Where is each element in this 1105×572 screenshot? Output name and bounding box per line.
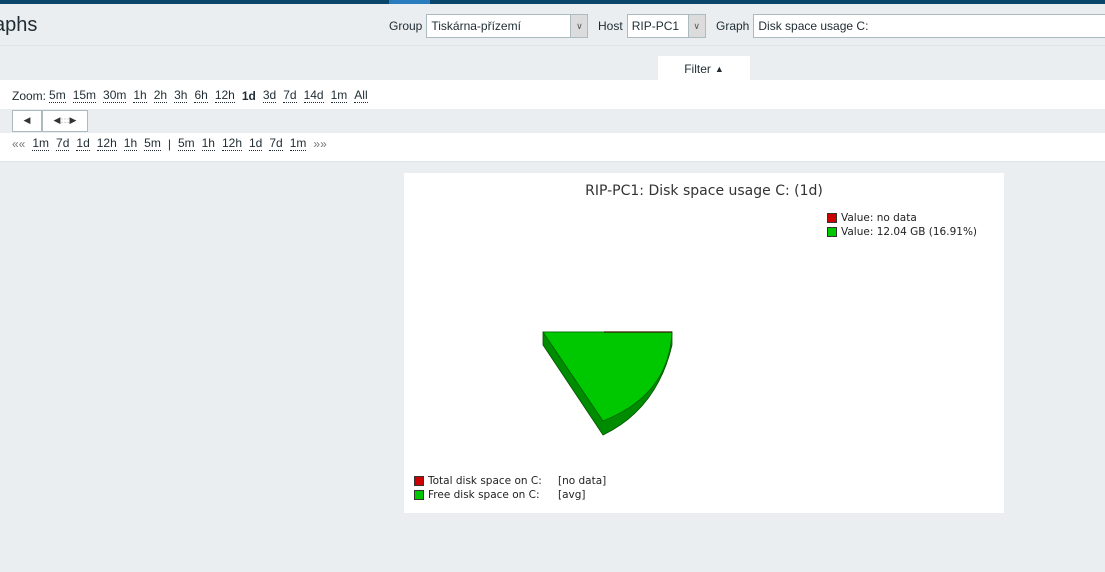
zoom-option-1m[interactable]: 1m (330, 89, 348, 103)
group-label: Group (389, 19, 423, 33)
legend-swatch (414, 490, 424, 500)
nav-forward-1h[interactable]: 1h (201, 137, 215, 151)
nav-back-1m[interactable]: 1m (32, 137, 50, 151)
timeline-bar: ◀ ◀ ::: ▶ (0, 109, 1105, 133)
nav-forward-5m[interactable]: 5m (177, 137, 195, 151)
legend-func: [avg] (558, 489, 586, 501)
zoom-option-1d: 1d (241, 89, 256, 103)
filter-label: Filter (684, 61, 711, 76)
pie-graph: RIP-PC1: Disk space usage C: (1d) Value:… (404, 173, 1004, 513)
nav-back-7d[interactable]: 7d (56, 137, 70, 151)
host-label: Host (598, 19, 623, 33)
zoom-option-3h[interactable]: 3h (174, 89, 188, 103)
scroll-left-button[interactable]: ◀ (12, 110, 42, 132)
zoom-option-7d[interactable]: 7d (283, 89, 297, 103)
legend-item-1: Free disk space on C: [avg] (414, 489, 586, 501)
nav-forward-1d[interactable]: 1d (249, 137, 263, 151)
timeline-handle[interactable]: ◀ ::: ▶ (42, 110, 88, 132)
graph-label: Graph (716, 19, 750, 33)
divider (0, 45, 1105, 46)
pie-slice-free (542, 331, 673, 422)
zoom-option-All[interactable]: All (354, 89, 368, 103)
legend-name: Total disk space on C: (428, 475, 542, 487)
nav-back-12h[interactable]: 12h (96, 137, 117, 151)
zoom-label: Zoom: (12, 89, 47, 103)
page-title: aphs (0, 14, 38, 36)
legend-item-0: Total disk space on C: [no data] (414, 475, 606, 487)
zoom-row: Zoom: 5m 15m 30m 1h 2h 3h 6h 12h 1d 3d 7d 14d 1m All (12, 89, 368, 103)
graph-select[interactable]: Disk space usage C: (753, 14, 1105, 38)
legend-swatch (414, 476, 424, 486)
nav-forward-7d[interactable]: 7d (269, 137, 283, 151)
legend-name: Free disk space on C: (428, 489, 540, 501)
zoom-option-12h[interactable]: 12h (214, 89, 235, 103)
filter-tab[interactable]: Filter ▲ (658, 56, 750, 81)
nav-back-all[interactable]: «« (12, 137, 25, 151)
host-select[interactable]: RIP-PC1 ∨ (626, 14, 706, 38)
nav-back-1d[interactable]: 1d (76, 137, 90, 151)
group-select[interactable]: Tiskárna-přízemí ∨ (426, 14, 589, 38)
nav-back-5m[interactable]: 5m (144, 137, 161, 151)
host-value: RIP-PC1 (631, 19, 680, 33)
active-nav-indicator (389, 0, 430, 4)
legend-func: [no data] (558, 475, 607, 487)
group-value: Tiskárna-přízemí (431, 19, 521, 33)
zoom-option-5m[interactable]: 5m (49, 89, 66, 103)
zoom-option-1h[interactable]: 1h (133, 89, 147, 103)
nav-forward-1m[interactable]: 1m (289, 137, 307, 151)
nav-separator: | (167, 137, 171, 151)
top-nav-bar (0, 0, 1105, 4)
host-control: Host RIP-PC1 ∨ (598, 14, 706, 38)
graph-value: Disk space usage C: (758, 19, 869, 33)
zoom-option-3d[interactable]: 3d (262, 89, 277, 103)
pie-plot (542, 331, 673, 436)
zoom-option-14d[interactable]: 14d (303, 89, 324, 103)
triangle-up-icon: ▲ (714, 63, 724, 74)
period-nav-row: «« 1m 7d 1d 12h 1h 5m | 5m 1h 12h 1d 7d 1m »» (12, 137, 327, 151)
zoom-option-30m[interactable]: 30m (103, 89, 127, 103)
nav-back-1h[interactable]: 1h (123, 137, 138, 151)
zoom-option-6h[interactable]: 6h (194, 89, 208, 103)
zoom-option-15m[interactable]: 15m (72, 89, 97, 103)
group-control: Group Tiskárna-přízemí ∨ (389, 14, 589, 38)
graph-control: Graph Disk space usage C: (716, 14, 1105, 38)
filter-panel: Zoom: 5m 15m 30m 1h 2h 3h 6h 12h 1d 3d 7d 14d 1m All ◀… (0, 80, 1105, 162)
zoom-option-2h[interactable]: 2h (153, 89, 168, 103)
nav-forward-12h[interactable]: 12h (221, 137, 242, 151)
nav-forward-all[interactable]: »» (313, 137, 326, 151)
chevron-down-icon[interactable]: ∨ (687, 15, 705, 37)
chevron-down-icon[interactable]: ∨ (570, 15, 588, 37)
